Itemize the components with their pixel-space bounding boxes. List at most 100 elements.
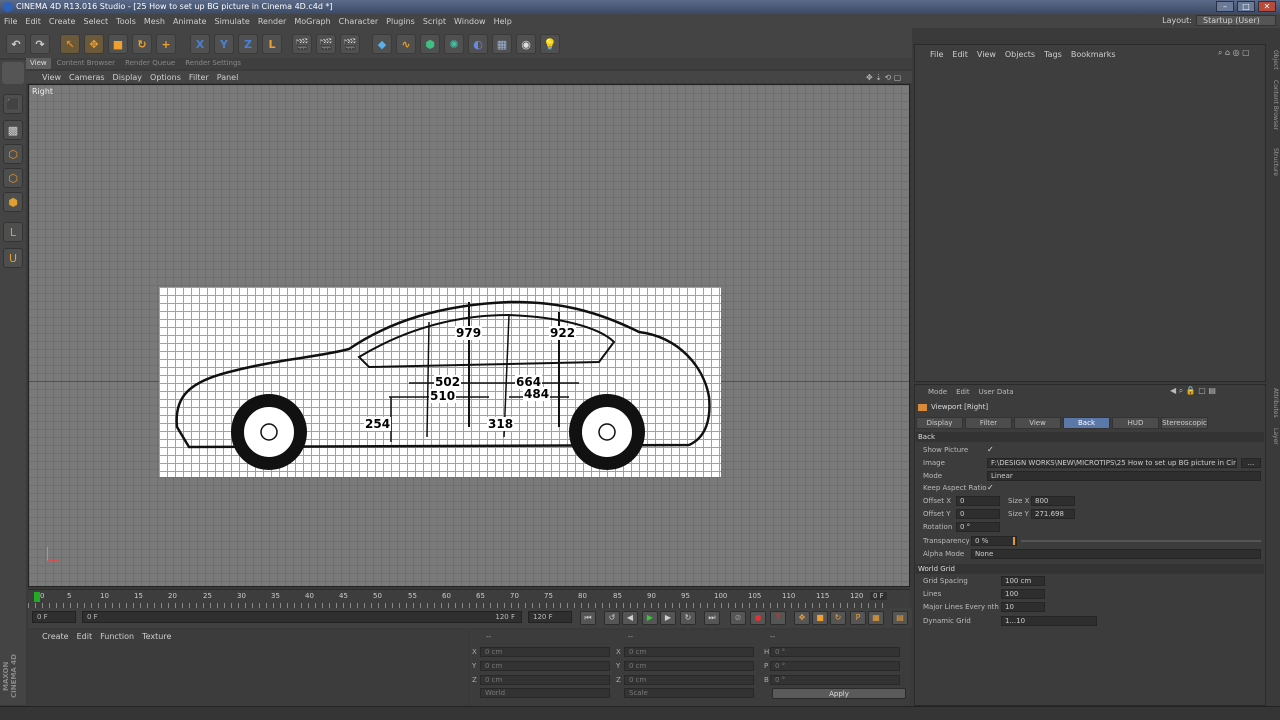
side-tab-content-browser[interactable]: Content Browser: [1267, 80, 1279, 130]
light-icon[interactable]: 💡: [540, 34, 560, 54]
browse-image-button[interactable]: ...: [1241, 458, 1261, 468]
menu-simulate[interactable]: Simulate: [214, 17, 249, 26]
timeline-window-icon[interactable]: ▤: [892, 611, 908, 625]
alpha-mode-dropdown[interactable]: None: [971, 549, 1261, 559]
redo-icon[interactable]: ↷: [30, 34, 50, 54]
material-menu-texture[interactable]: Texture: [142, 632, 171, 641]
menu-file[interactable]: File: [4, 17, 17, 26]
material-menu-create[interactable]: Create: [42, 632, 69, 641]
viewport-icon[interactable]: [2, 62, 24, 84]
previous-key-icon[interactable]: ↺: [604, 611, 620, 625]
record-keys-icon[interactable]: ⊘: [730, 611, 746, 625]
attr-menu-edit[interactable]: Edit: [956, 388, 970, 396]
scale-mode-dropdown[interactable]: Scale: [624, 688, 754, 698]
objects-menu-edit[interactable]: Edit: [952, 50, 968, 59]
objects-menu-bookmarks[interactable]: Bookmarks: [1071, 50, 1116, 59]
scale-icon[interactable]: ■: [108, 34, 128, 54]
rotate-icon[interactable]: ↻: [132, 34, 152, 54]
material-menu-edit[interactable]: Edit: [77, 632, 93, 641]
render-picture-viewer-icon[interactable]: 🎬: [316, 34, 336, 54]
viewport-menu-filter[interactable]: Filter: [189, 73, 209, 82]
objects-menu-tags[interactable]: Tags: [1044, 50, 1062, 59]
key-scale-icon[interactable]: ■: [812, 611, 828, 625]
key-rotation-icon[interactable]: ↻: [830, 611, 846, 625]
menu-mesh[interactable]: Mesh: [144, 17, 165, 26]
cube-icon[interactable]: ◆: [372, 34, 392, 54]
menu-render[interactable]: Render: [258, 17, 286, 26]
viewport-menu-view[interactable]: View: [42, 73, 61, 82]
coordinate-system-icon[interactable]: L: [262, 34, 282, 54]
menu-mograph[interactable]: MoGraph: [294, 17, 330, 26]
render-view-icon[interactable]: 🎬: [292, 34, 312, 54]
rotation-field[interactable]: 0 °: [956, 522, 1000, 532]
max-frame-field[interactable]: 120 F: [528, 611, 572, 623]
rotation-h-field[interactable]: 0 °: [770, 647, 900, 657]
menu-window[interactable]: Window: [454, 17, 486, 26]
menu-animate[interactable]: Animate: [173, 17, 207, 26]
coordinate-space-dropdown[interactable]: World: [480, 688, 610, 698]
render-settings-icon[interactable]: 🎬: [340, 34, 360, 54]
transparency-slider-handle[interactable]: [1013, 537, 1015, 545]
next-frame-icon[interactable]: ▶: [660, 611, 676, 625]
minimize-button[interactable]: –: [1216, 1, 1234, 12]
attr-menu-mode[interactable]: Mode: [928, 388, 947, 396]
position-x-field[interactable]: 0 cm: [480, 647, 610, 657]
attr-tab-display[interactable]: Display: [916, 417, 963, 429]
edges-mode-icon[interactable]: ⬡: [3, 168, 23, 188]
size-z-field[interactable]: 0 cm: [624, 675, 754, 685]
rotation-p-field[interactable]: 0 °: [770, 661, 900, 671]
previous-frame-icon[interactable]: ◀: [622, 611, 638, 625]
move-icon[interactable]: ✥: [84, 34, 104, 54]
menu-create[interactable]: Create: [49, 17, 76, 26]
side-tab-structure[interactable]: Structure: [1267, 148, 1279, 176]
objects-menu-file[interactable]: File: [930, 50, 943, 59]
transparency-slider[interactable]: [1021, 540, 1261, 542]
size-x-field[interactable]: 0 cm: [624, 647, 754, 657]
menu-character[interactable]: Character: [339, 17, 379, 26]
objects-menu-objects[interactable]: Objects: [1005, 50, 1035, 59]
tab-view[interactable]: View: [26, 58, 51, 69]
offset-y-field[interactable]: 0: [956, 509, 1000, 519]
deformer-icon[interactable]: ◐: [468, 34, 488, 54]
viewport-menu-display[interactable]: Display: [113, 73, 143, 82]
snapping-icon[interactable]: U: [3, 248, 23, 268]
attr-tab-filter[interactable]: Filter: [965, 417, 1012, 429]
add-icon[interactable]: +: [156, 34, 176, 54]
autokey-icon[interactable]: ●: [750, 611, 766, 625]
mode-dropdown[interactable]: Linear: [987, 471, 1261, 481]
menu-script[interactable]: Script: [423, 17, 446, 26]
rotation-b-field[interactable]: 0 °: [770, 675, 900, 685]
apply-button[interactable]: Apply: [772, 688, 906, 699]
nurbs-icon[interactable]: ⬢: [420, 34, 440, 54]
attributes-nav-icons[interactable]: ◀ ⌕ 🔒 ▢ ▤: [1170, 386, 1216, 396]
attr-tab-hud[interactable]: HUD: [1112, 417, 1159, 429]
side-tab-attributes[interactable]: Attributes: [1267, 388, 1279, 418]
spline-icon[interactable]: ∿: [396, 34, 416, 54]
points-mode-icon[interactable]: ⬡: [3, 144, 23, 164]
position-z-field[interactable]: 0 cm: [480, 675, 610, 685]
viewport-menu-options[interactable]: Options: [150, 73, 181, 82]
size-y-field[interactable]: 0 cm: [624, 661, 754, 671]
polygons-mode-icon[interactable]: ⬢: [3, 192, 23, 212]
keyframe-selection-icon[interactable]: ?: [770, 611, 786, 625]
attr-tab-view[interactable]: View: [1014, 417, 1061, 429]
go-to-start-icon[interactable]: ⏮: [580, 611, 596, 625]
tab-render-settings[interactable]: Render Settings: [181, 58, 245, 69]
axis-mode-icon[interactable]: L: [3, 222, 23, 242]
model-mode-icon[interactable]: ⬛: [3, 94, 23, 114]
lines-field[interactable]: 100: [1001, 589, 1045, 599]
position-y-field[interactable]: 0 cm: [480, 661, 610, 671]
texture-mode-icon[interactable]: ▩: [3, 120, 23, 140]
material-menu-function[interactable]: Function: [100, 632, 134, 641]
menu-help[interactable]: Help: [494, 17, 512, 26]
major-lines-field[interactable]: 10: [1001, 602, 1045, 612]
dynamic-grid-dropdown[interactable]: 1...10: [1001, 616, 1097, 626]
offset-x-field[interactable]: 0: [956, 496, 1000, 506]
preview-range-slider[interactable]: 0 F 120 F: [82, 611, 522, 623]
size-x-attr-field[interactable]: 800: [1031, 496, 1075, 506]
menu-edit[interactable]: Edit: [25, 17, 41, 26]
live-selection-icon[interactable]: ↖: [60, 34, 80, 54]
maximize-button[interactable]: □: [1237, 1, 1255, 12]
x-axis-icon[interactable]: X: [190, 34, 210, 54]
transparency-field[interactable]: 0 %: [971, 536, 1017, 546]
